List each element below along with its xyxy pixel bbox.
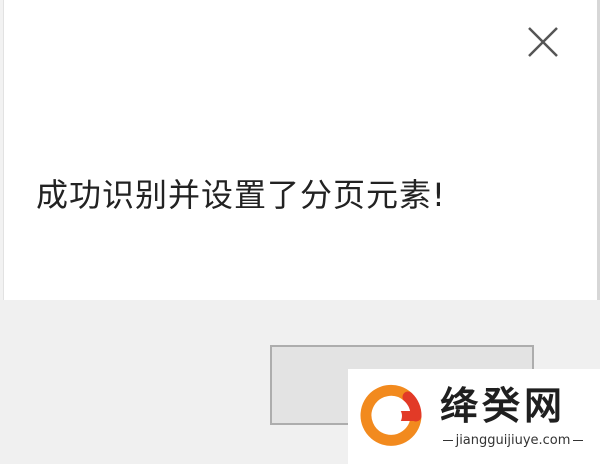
watermark-logo-icon	[358, 383, 424, 449]
watermark-title: 绛癸网	[440, 383, 567, 428]
watermark-overlay: 绛癸网 jiangguijiuye.com	[348, 369, 600, 464]
message-dialog: 成功识别并设置了分页元素! 确定 绛癸网 jiangguijiuye.com	[0, 0, 600, 464]
watermark-subtitle: jiangguijiuye.com	[432, 433, 594, 448]
close-button[interactable]	[518, 18, 568, 66]
close-icon	[528, 27, 558, 57]
dialog-message: 成功识别并设置了分页元素!	[36, 176, 446, 214]
